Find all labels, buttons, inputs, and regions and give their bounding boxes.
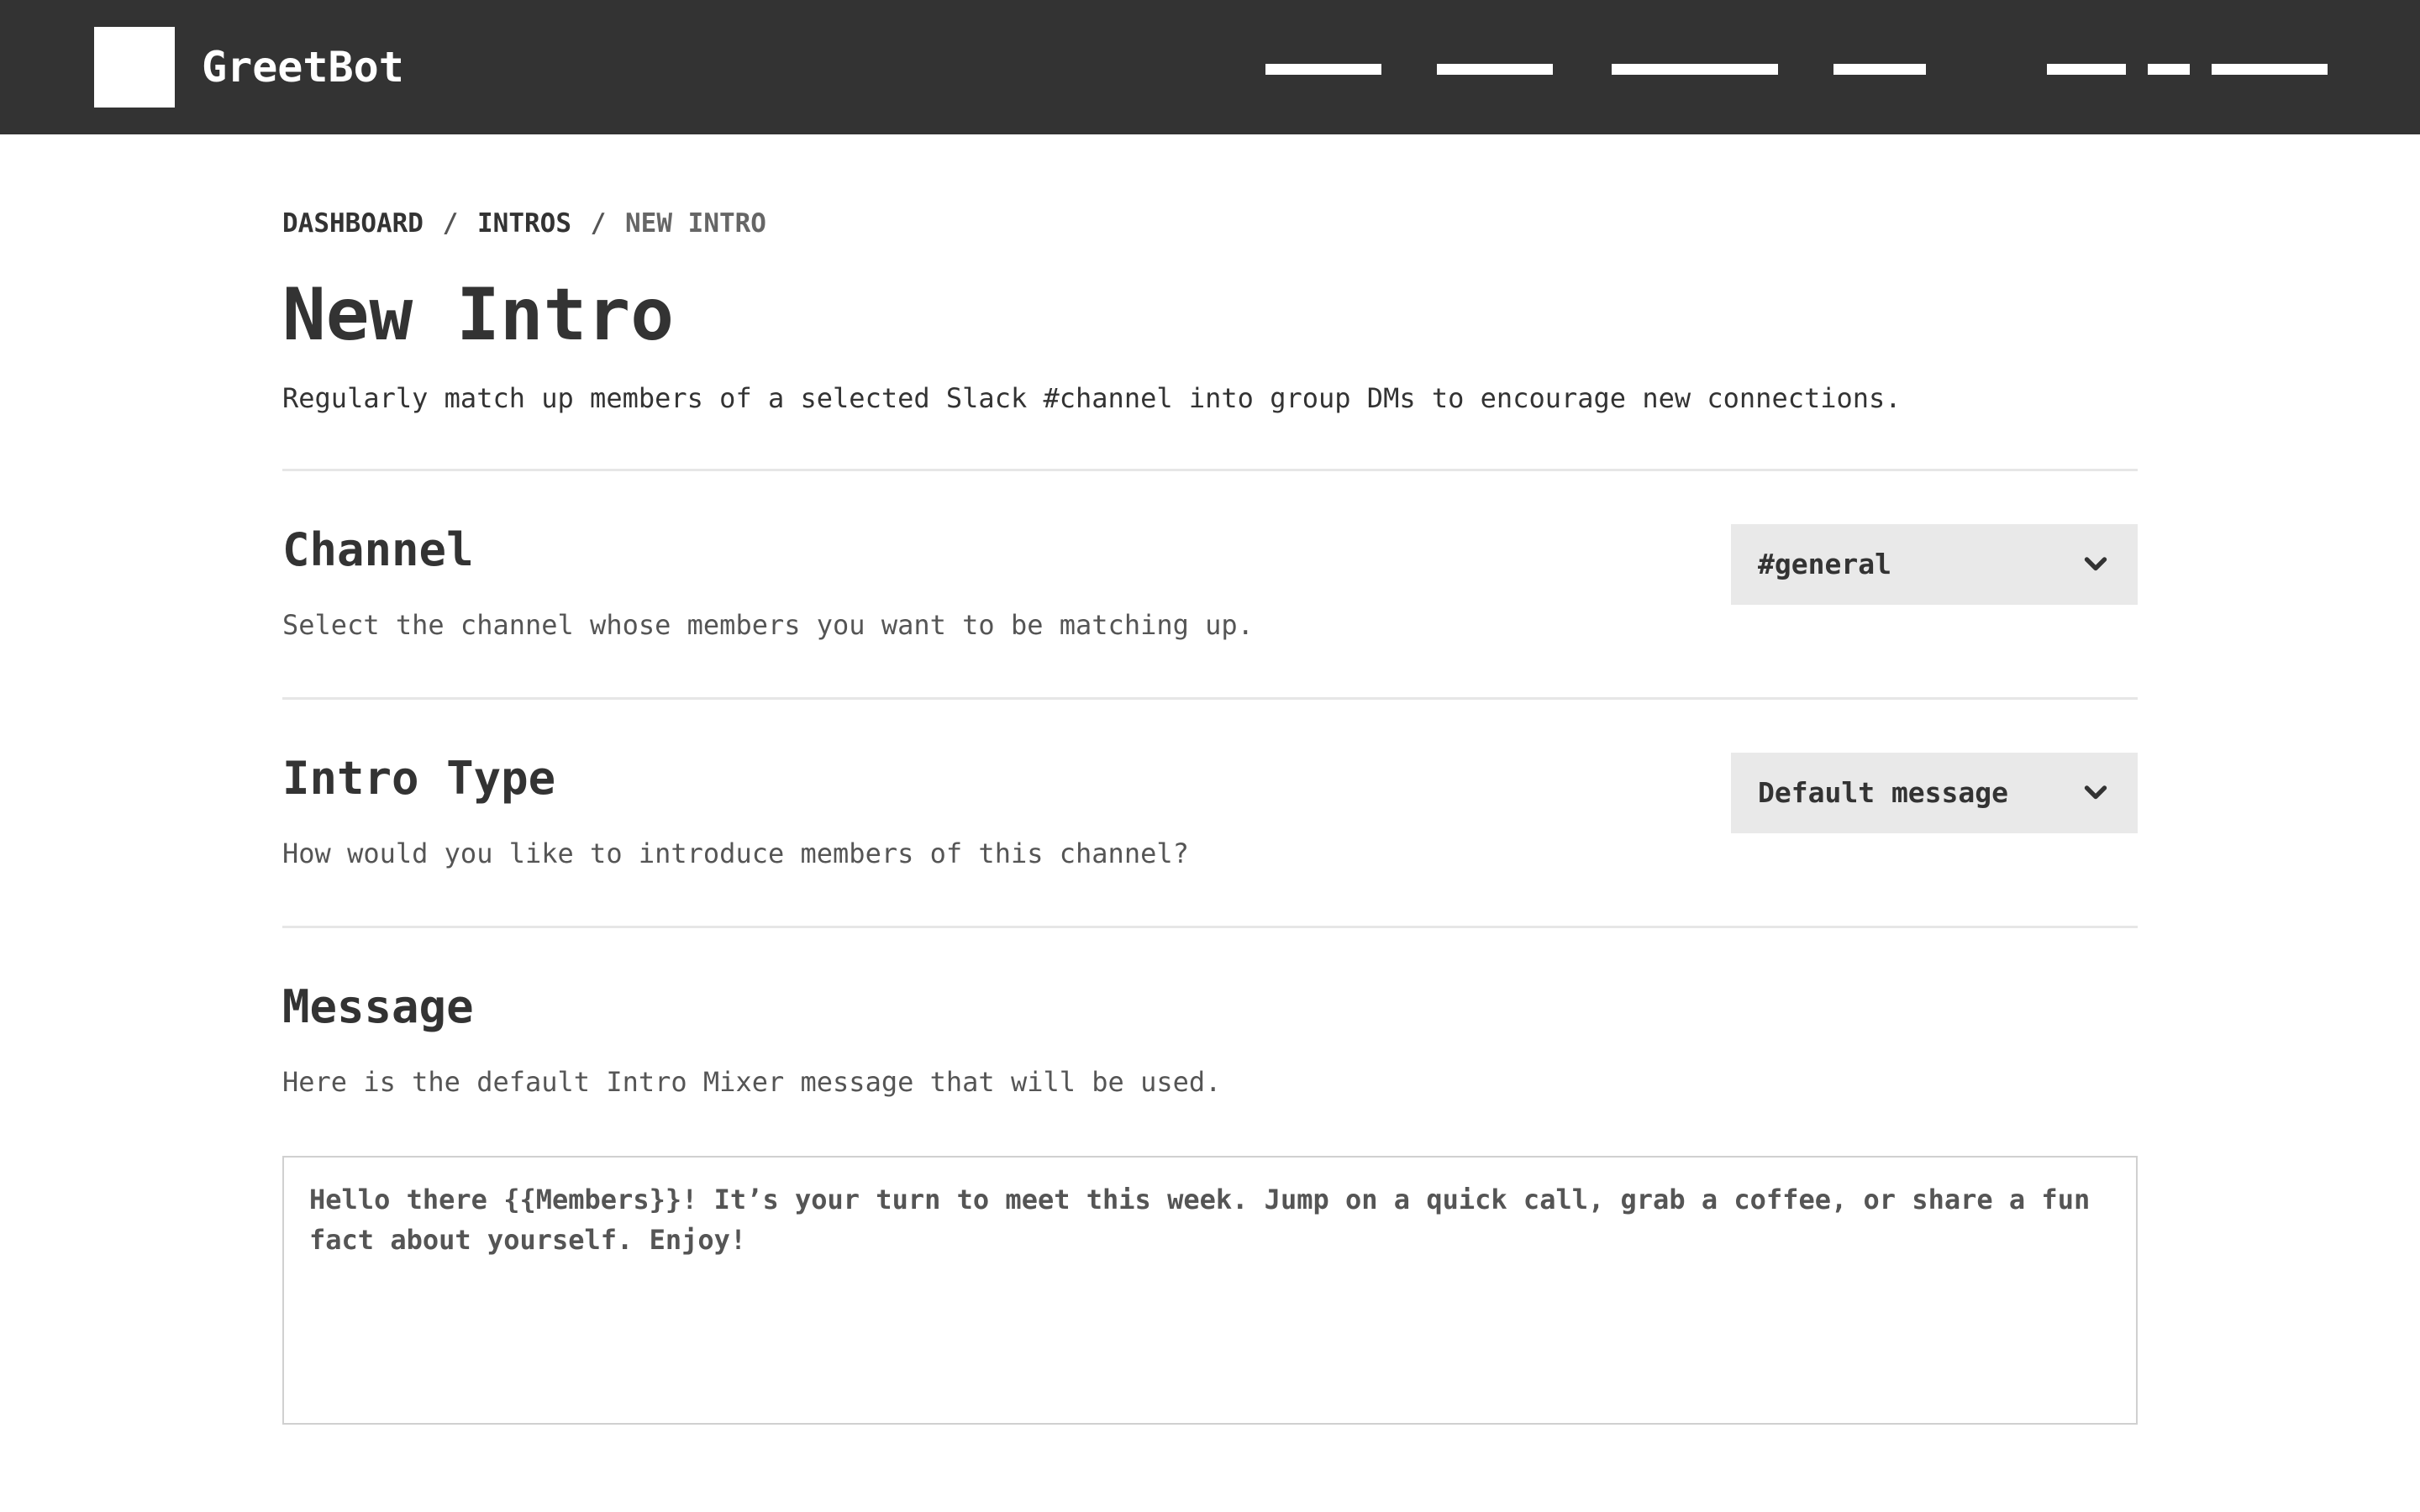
page-description: Regularly match up members of a selected… [282, 382, 1902, 414]
breadcrumb: DASHBOARD / INTROS / NEW INTRO [282, 207, 766, 240]
intro-type-section-description: How would you like to introduce members … [282, 837, 1189, 869]
breadcrumb-dashboard[interactable]: DASHBOARD [282, 208, 424, 239]
nav-link-2[interactable] [1437, 64, 1553, 75]
divider [282, 469, 2138, 471]
message-section-description: Here is the default Intro Mixer message … [282, 1066, 1222, 1098]
message-section-title: Message [282, 980, 474, 1033]
channel-section-description: Select the channel whose members you wan… [282, 609, 1254, 641]
breadcrumb-separator: / [590, 208, 607, 239]
channel-select-value: #general [1758, 548, 1891, 580]
breadcrumb-intros[interactable]: INTROS [477, 208, 571, 239]
intro-type-select[interactable]: Default message [1731, 753, 2138, 833]
nav-link-4[interactable] [1833, 64, 1926, 75]
breadcrumb-current: NEW INTRO [625, 208, 766, 239]
app-name[interactable]: GreetBot [202, 42, 404, 92]
channel-section-title: Channel [282, 523, 474, 576]
account-link-1[interactable] [2047, 64, 2126, 75]
divider [282, 926, 2138, 928]
chevron-down-icon [2084, 557, 2107, 571]
nav-link-3[interactable] [1612, 64, 1778, 75]
account-link-2[interactable] [2148, 64, 2190, 75]
nav-link-1[interactable] [1265, 64, 1381, 75]
channel-select[interactable]: #general [1731, 524, 2138, 605]
intro-type-section-title: Intro Type [282, 752, 556, 805]
page-title: New Intro [282, 273, 674, 357]
message-textarea[interactable]: Hello there {{Members}}! It’s your turn … [282, 1156, 2138, 1425]
account-link-3[interactable] [2212, 64, 2328, 75]
chevron-down-icon [2084, 785, 2107, 800]
intro-type-select-value: Default message [1758, 776, 2009, 809]
logo[interactable] [94, 27, 175, 108]
divider [282, 697, 2138, 700]
top-nav-bar: GreetBot [0, 0, 2420, 134]
breadcrumb-separator: / [442, 208, 459, 239]
